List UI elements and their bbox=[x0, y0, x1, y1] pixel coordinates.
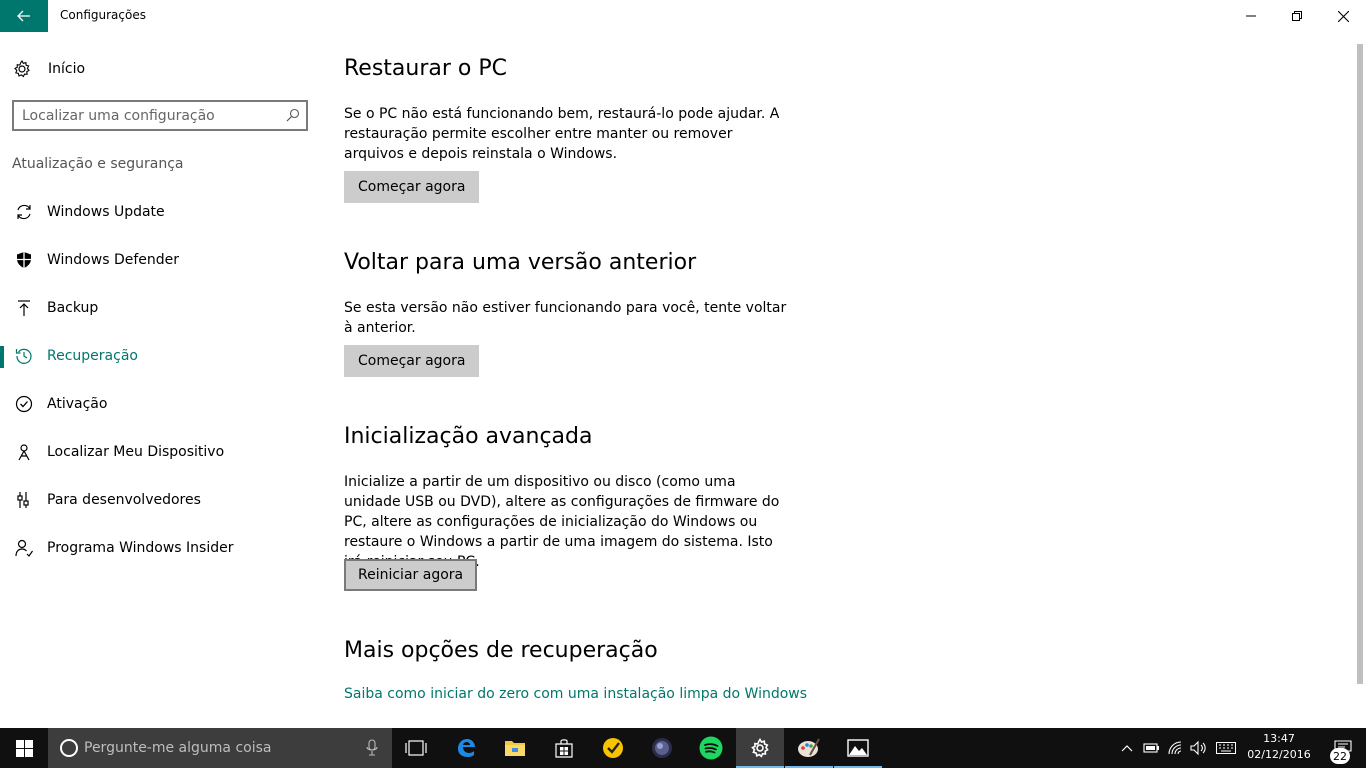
clock-time: 13:47 bbox=[1263, 732, 1295, 745]
sidebar-item-label: Ativação bbox=[47, 396, 108, 412]
windows-logo-icon bbox=[15, 739, 33, 757]
tray-overflow-button[interactable] bbox=[1118, 728, 1136, 768]
sidebar-item-label: Localizar Meu Dispositivo bbox=[47, 444, 225, 460]
media-icon bbox=[652, 738, 672, 758]
taskbar-clock[interactable]: 13:47 02/12/2016 bbox=[1244, 731, 1314, 763]
restore-icon bbox=[1292, 11, 1302, 21]
insider-person-icon bbox=[14, 538, 34, 558]
task-view-button[interactable] bbox=[392, 728, 440, 768]
gear-icon bbox=[14, 59, 30, 78]
section-header: Atualização e segurança bbox=[12, 156, 184, 172]
minimize-button[interactable] bbox=[1228, 0, 1274, 32]
advanced-startup-description: Inicialize a partir de um dispositivo ou… bbox=[344, 474, 780, 570]
sidebar-item-windows-defender[interactable]: Windows Defender bbox=[0, 236, 320, 284]
shield-icon bbox=[14, 250, 34, 270]
clean-install-link[interactable]: Saiba como iniciar do zero com uma insta… bbox=[344, 686, 807, 702]
chevron-up-icon bbox=[1121, 745, 1133, 752]
taskbar-photos[interactable] bbox=[834, 728, 882, 768]
tray-network[interactable] bbox=[1166, 728, 1188, 768]
wifi-icon bbox=[1168, 741, 1182, 755]
edge-icon bbox=[458, 739, 475, 757]
search-icon[interactable] bbox=[286, 108, 300, 122]
rollback-description: Se esta versão não estiver funcionando p… bbox=[344, 300, 787, 336]
taskbar-settings[interactable] bbox=[736, 728, 784, 768]
sidebar-item-label: Programa Windows Insider bbox=[47, 540, 234, 556]
sidebar: Início Atualização e segurança Windows U… bbox=[0, 32, 320, 728]
photos-icon bbox=[847, 739, 869, 757]
sidebar-item-programa-windows-insider[interactable]: Programa Windows Insider bbox=[0, 524, 320, 572]
paint-icon bbox=[798, 738, 820, 757]
close-button[interactable] bbox=[1320, 0, 1366, 32]
cortana-search-input[interactable] bbox=[84, 738, 354, 758]
taskbar-paint[interactable] bbox=[785, 728, 833, 768]
notification-count-badge: 22 bbox=[1330, 748, 1350, 764]
taskbar-file-explorer[interactable] bbox=[491, 728, 539, 768]
minimize-icon bbox=[1246, 15, 1256, 17]
microphone-icon[interactable] bbox=[366, 739, 378, 757]
refresh-icon bbox=[14, 202, 34, 222]
close-icon bbox=[1337, 10, 1349, 22]
restart-now-button[interactable]: Reiniciar agora bbox=[344, 559, 478, 591]
file-explorer-icon bbox=[505, 741, 525, 756]
more-options-title: Mais opções de recuperação bbox=[344, 638, 658, 663]
sidebar-item-label: Recuperação bbox=[47, 348, 138, 364]
start-button[interactable] bbox=[0, 728, 48, 768]
back-arrow-icon bbox=[17, 10, 30, 22]
cortana-icon bbox=[60, 739, 78, 757]
taskbar-media-app[interactable] bbox=[638, 728, 686, 768]
cortana-search[interactable] bbox=[48, 728, 392, 768]
sidebar-item-windows-update[interactable]: Windows Update bbox=[0, 188, 320, 236]
spotify-icon bbox=[699, 736, 723, 760]
keyboard-icon bbox=[1216, 742, 1236, 754]
sidebar-item-label: Windows Defender bbox=[47, 252, 180, 268]
nav-list: Windows Update Windows Defender Backup R… bbox=[0, 188, 320, 572]
sidebar-item-recuperacao[interactable]: Recuperação bbox=[0, 332, 320, 380]
restore-start-button[interactable]: Começar agora bbox=[344, 171, 480, 203]
back-button[interactable] bbox=[0, 0, 48, 32]
tray-volume[interactable] bbox=[1188, 728, 1210, 768]
rollback-title: Voltar para uma versão anterior bbox=[344, 250, 697, 275]
sidebar-item-ativacao[interactable]: Ativação bbox=[0, 380, 320, 428]
settings-search-input[interactable] bbox=[22, 105, 272, 127]
settings-icon bbox=[751, 738, 769, 758]
sidebar-item-label: Windows Update bbox=[47, 204, 165, 220]
scrollbar-thumb[interactable] bbox=[1357, 44, 1363, 684]
clock-date: 02/12/2016 bbox=[1247, 748, 1311, 761]
settings-search[interactable] bbox=[12, 100, 308, 131]
active-indicator bbox=[0, 346, 4, 368]
window-title: Configurações bbox=[60, 8, 146, 22]
sidebar-item-label: Para desenvolvedores bbox=[47, 492, 201, 508]
sidebar-item-backup[interactable]: Backup bbox=[0, 284, 320, 332]
upload-icon bbox=[14, 298, 34, 318]
sidebar-item-para-desenvolvedores[interactable]: Para desenvolvedores bbox=[0, 476, 320, 524]
restore-button[interactable] bbox=[1274, 0, 1320, 32]
nav-home[interactable]: Início bbox=[12, 56, 85, 82]
taskbar-edge[interactable] bbox=[442, 728, 490, 768]
developer-tools-icon bbox=[14, 490, 34, 510]
volume-icon bbox=[1190, 741, 1206, 755]
nav-home-label: Início bbox=[48, 61, 86, 77]
history-icon bbox=[14, 346, 34, 366]
sidebar-item-label: Backup bbox=[47, 300, 99, 316]
person-location-icon bbox=[14, 442, 34, 462]
title-bar: Configurações bbox=[0, 0, 1366, 32]
taskbar-spotify[interactable] bbox=[687, 728, 735, 768]
battery-icon bbox=[1143, 743, 1159, 753]
main-content: Restaurar o PC Se o PC não está funciona… bbox=[344, 32, 1324, 728]
norton-icon bbox=[603, 738, 623, 758]
taskbar: 13:47 02/12/2016 22 bbox=[0, 728, 1366, 768]
store-icon bbox=[555, 739, 573, 758]
scrollbar[interactable] bbox=[1355, 32, 1366, 728]
restore-title: Restaurar o PC bbox=[344, 56, 507, 81]
sidebar-item-localizar-meu-dispositivo[interactable]: Localizar Meu Dispositivo bbox=[0, 428, 320, 476]
taskbar-norton[interactable] bbox=[589, 728, 637, 768]
rollback-start-button[interactable]: Começar agora bbox=[344, 345, 480, 377]
taskbar-store[interactable] bbox=[540, 728, 588, 768]
advanced-startup-title: Inicialização avançada bbox=[344, 424, 593, 449]
task-view-icon bbox=[405, 740, 427, 756]
check-circle-icon bbox=[14, 394, 34, 414]
restore-description: Se o PC não está funcionando bem, restau… bbox=[344, 106, 780, 162]
tray-keyboard[interactable] bbox=[1213, 728, 1239, 768]
tray-power[interactable] bbox=[1140, 728, 1162, 768]
